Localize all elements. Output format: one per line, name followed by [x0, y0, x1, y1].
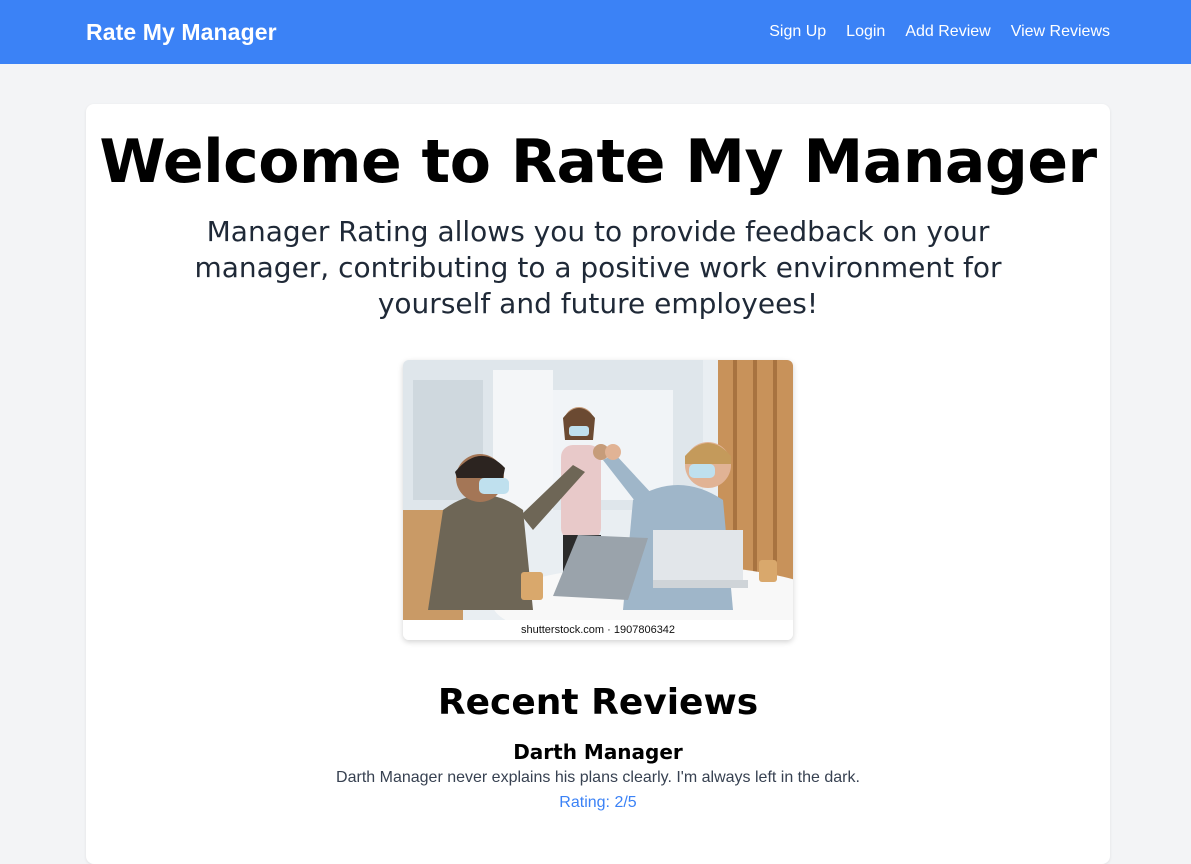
- review-manager-name: Darth Manager: [513, 740, 683, 764]
- hero-title: Welcome to Rate My Manager: [99, 127, 1097, 197]
- top-navbar: Rate My Manager Sign Up Login Add Review…: [0, 0, 1191, 64]
- nav-links: Sign Up Login Add Review View Reviews: [769, 23, 1110, 41]
- team-photo: shutterstock.com · 1907806342: [403, 360, 793, 640]
- review-item: Darth Manager Darth Manager never explai…: [86, 740, 1110, 815]
- review-rating: Rating: 2/5: [559, 794, 637, 811]
- hero-subtitle: Manager Rating allows you to provide fee…: [194, 215, 1002, 320]
- review-text: Darth Manager never explains his plans c…: [336, 769, 860, 786]
- nav-login-link[interactable]: Login: [846, 23, 885, 41]
- brand-link[interactable]: Rate My Manager: [86, 19, 277, 46]
- recent-reviews-title: Recent Reviews: [437, 682, 759, 723]
- nav-view-reviews-link[interactable]: View Reviews: [1011, 23, 1110, 41]
- office-scene-image: [403, 360, 793, 620]
- nav-sign-up-link[interactable]: Sign Up: [769, 23, 826, 41]
- nav-add-review-link[interactable]: Add Review: [905, 23, 990, 41]
- main-card: Welcome to Rate My Manager Manager Ratin…: [86, 104, 1110, 864]
- image-caption: shutterstock.com · 1907806342: [403, 620, 793, 640]
